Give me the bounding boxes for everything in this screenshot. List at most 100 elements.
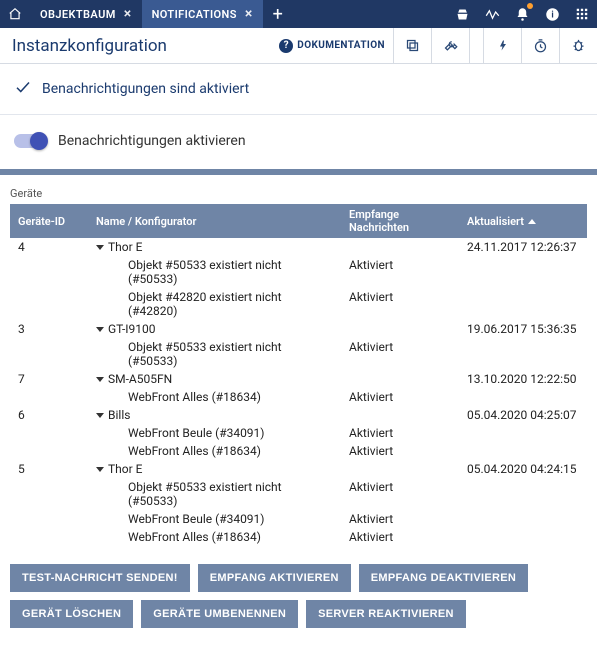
cell-recv: Aktiviert — [341, 256, 459, 288]
cell-id: 5 — [10, 460, 88, 478]
table-row[interactable]: 6Bills 05.04.2020 04:25:07 — [10, 406, 587, 424]
close-icon[interactable]: × — [124, 6, 132, 22]
page-title: Instanzkonfiguration — [0, 36, 167, 56]
table-row[interactable]: WebFront Beule (#34091)Aktiviert — [10, 424, 587, 442]
col-updated-label: Aktualisiert — [467, 215, 524, 228]
devices-table: Geräte-ID Name / Konfigurator Empfange N… — [10, 204, 587, 546]
cell-recv: Aktiviert — [341, 338, 459, 370]
rename-devices-button[interactable]: GERÄTE UMBENENNEN — [141, 600, 298, 628]
table-row[interactable]: 5Thor E 05.04.2020 04:24:15 — [10, 460, 587, 478]
close-icon[interactable]: × — [245, 6, 253, 22]
col-id[interactable]: Geräte-ID — [10, 204, 88, 238]
activity-icon[interactable] — [477, 0, 507, 28]
cell-name: WebFront Alles (#18634) — [88, 528, 341, 546]
cell-name: Bills — [88, 406, 341, 424]
table-row[interactable]: WebFront Alles (#18634)Aktiviert — [10, 388, 587, 406]
cell-recv — [341, 238, 459, 256]
doc-label: DOKUMENTATION — [297, 40, 385, 51]
table-row[interactable]: WebFront Beule (#34091)Aktiviert — [10, 510, 587, 528]
cell-recv — [341, 460, 459, 478]
home-icon[interactable] — [0, 0, 30, 28]
cell-name: GT-I9100 — [88, 320, 341, 338]
chevron-down-icon[interactable] — [96, 377, 104, 382]
cell-name: Thor E — [88, 460, 341, 478]
cell-name: WebFront Alles (#18634) — [88, 442, 341, 460]
tab-label: NOTIFICATIONS — [152, 8, 237, 21]
cell-recv: Aktiviert — [341, 288, 459, 320]
cell-id: 4 — [10, 238, 88, 256]
action-bar: TEST-NACHRICHT SENDEN! EMPFANG AKTIVIERE… — [0, 554, 597, 646]
col-updated[interactable]: Aktualisiert — [459, 204, 587, 238]
cell-updated: 13.10.2020 12:22:50 — [459, 370, 587, 388]
apps-grid-icon[interactable] — [567, 0, 597, 28]
events-icon[interactable] — [483, 28, 521, 64]
top-tabbar: OBJEKTBAUM × NOTIFICATIONS × + i — [0, 0, 597, 28]
toggle-row: Benachrichtigungen aktivieren — [0, 115, 597, 169]
reactivate-server-button[interactable]: SERVER REAKTIVIEREN — [306, 600, 466, 628]
cell-recv: Aktiviert — [341, 388, 459, 406]
table-row[interactable]: Objekt #50533 existiert nicht (#50533)Ak… — [10, 256, 587, 288]
check-icon — [14, 78, 32, 100]
table-row[interactable]: Objekt #50533 existiert nicht (#50533)Ak… — [10, 478, 587, 510]
tab-objektbaum[interactable]: OBJEKTBAUM × — [30, 0, 142, 28]
delete-device-button[interactable]: GERÄT LÖSCHEN — [10, 600, 133, 628]
col-recv[interactable]: Empfange Nachrichten — [341, 204, 459, 238]
cell-id: 6 — [10, 406, 88, 424]
cell-recv — [341, 370, 459, 388]
status-row: Benachrichtigungen sind aktiviert — [0, 64, 597, 115]
cell-name: Objekt #50533 existiert nicht (#50533) — [88, 256, 341, 288]
cell-recv — [341, 406, 459, 424]
chevron-down-icon[interactable] — [96, 413, 104, 418]
cell-name: Objekt #50533 existiert nicht (#50533) — [88, 338, 341, 370]
devices-section: Geräte Geräte-ID Name / Konfigurator Emp… — [0, 175, 597, 554]
table-row[interactable]: 3GT-I9100 19.06.2017 15:36:35 — [10, 320, 587, 338]
recv-activate-button[interactable]: EMPFANG AKTIVIEREN — [198, 564, 351, 592]
svg-text:i: i — [551, 10, 553, 20]
cell-name: WebFront Alles (#18634) — [88, 388, 341, 406]
col-name[interactable]: Name / Konfigurator — [88, 204, 341, 238]
table-row[interactable]: Objekt #42820 existiert nicht (#42820)Ak… — [10, 288, 587, 320]
add-tab-icon[interactable]: + — [263, 0, 293, 28]
documentation-link[interactable]: ? DOKUMENTATION — [279, 39, 393, 53]
chevron-down-icon[interactable] — [96, 327, 104, 332]
table-header-row: Geräte-ID Name / Konfigurator Empfange N… — [10, 204, 587, 238]
cell-recv — [341, 320, 459, 338]
cell-updated: 05.04.2020 04:24:15 — [459, 460, 587, 478]
copy-icon[interactable] — [393, 28, 431, 64]
cell-recv: Aktiviert — [341, 424, 459, 442]
recv-deactivate-button[interactable]: EMPFANG DEAKTIVIEREN — [359, 564, 528, 592]
cell-updated: 05.04.2020 04:25:07 — [459, 406, 587, 424]
cell-name: WebFront Beule (#34091) — [88, 424, 341, 442]
bug-icon[interactable] — [559, 28, 597, 64]
toggle-label: Benachrichtigungen aktivieren — [58, 133, 246, 149]
timer-icon[interactable] — [521, 28, 559, 64]
chevron-down-icon[interactable] — [96, 467, 104, 472]
cell-id: 7 — [10, 370, 88, 388]
cell-name: Thor E — [88, 238, 341, 256]
table-row[interactable]: Objekt #50533 existiert nicht (#50533)Ak… — [10, 338, 587, 370]
cell-recv: Aktiviert — [341, 510, 459, 528]
cell-updated: 24.11.2017 12:26:37 — [459, 238, 587, 256]
tab-notifications[interactable]: NOTIFICATIONS × — [142, 0, 263, 28]
test-message-button[interactable]: TEST-NACHRICHT SENDEN! — [10, 564, 190, 592]
notifications-toggle[interactable] — [14, 134, 46, 148]
question-icon: ? — [279, 39, 293, 53]
toolbar: Instanzkonfiguration ? DOKUMENTATION — [0, 28, 597, 64]
table-row[interactable]: WebFront Alles (#18634)Aktiviert — [10, 528, 587, 546]
cell-recv: Aktiviert — [341, 528, 459, 546]
cell-name: WebFront Beule (#34091) — [88, 510, 341, 528]
cell-updated: 19.06.2017 15:36:35 — [459, 320, 587, 338]
cell-recv: Aktiviert — [341, 478, 459, 510]
table-row[interactable]: 4Thor E 24.11.2017 12:26:37 — [10, 238, 587, 256]
chevron-down-icon[interactable] — [96, 245, 104, 250]
cell-name: Objekt #42820 existiert nicht (#42820) — [88, 288, 341, 320]
table-row[interactable]: 7SM-A505FN13.10.2020 12:22:50 — [10, 370, 587, 388]
info-icon[interactable]: i — [537, 0, 567, 28]
basket-icon[interactable] — [447, 0, 477, 28]
cell-id: 3 — [10, 320, 88, 338]
tab-label: OBJEKTBAUM — [40, 8, 116, 21]
wrench-icon[interactable] — [431, 28, 469, 64]
table-row[interactable]: WebFront Alles (#18634)Aktiviert — [10, 442, 587, 460]
bell-icon[interactable] — [507, 0, 537, 28]
sort-asc-icon — [528, 219, 536, 224]
